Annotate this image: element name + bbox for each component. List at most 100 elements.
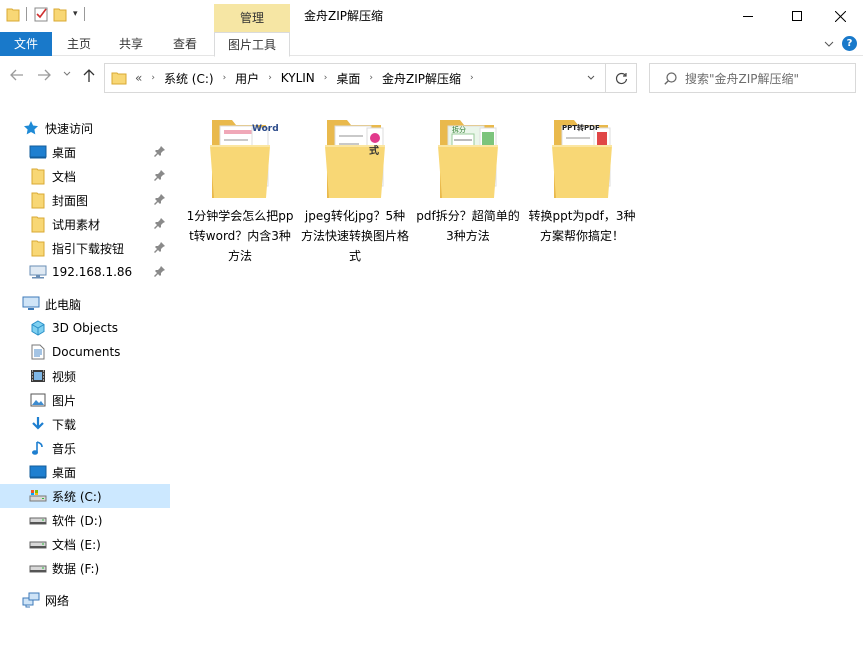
customize-toolbar-icon[interactable]: ▾: [73, 9, 78, 19]
sidebar-item-desktop[interactable]: 桌面: [0, 140, 170, 164]
sidebar-item-quick-access[interactable]: 快速访问: [0, 116, 170, 140]
folder-thumbnail-icon: 式: [323, 116, 387, 202]
sidebar-item-drive-d[interactable]: 软件 (D:): [0, 508, 170, 532]
folder-name: 转换ppt为pdf，3种方案帮你搞定！: [528, 209, 636, 243]
sidebar-item-label: 快速访问: [45, 121, 94, 136]
folder-item[interactable]: PPT转PDF 转换ppt为pdf，3种方案帮你搞定！: [527, 116, 637, 246]
tab-home[interactable]: 主页: [58, 32, 100, 56]
back-arrow-icon: [10, 69, 23, 81]
context-tab-manage[interactable]: 管理: [214, 4, 290, 32]
chevron-right-icon[interactable]: ›: [369, 73, 373, 83]
address-history-dropdown[interactable]: [587, 75, 605, 81]
pin-icon[interactable]: [154, 169, 166, 181]
tab-picture-tools[interactable]: 图片工具: [214, 32, 290, 57]
chevron-right-icon[interactable]: ›: [151, 73, 155, 83]
music-icon: [29, 439, 47, 457]
tab-share[interactable]: 共享: [110, 32, 152, 56]
desktop-icon: [29, 463, 47, 481]
chevron-right-icon[interactable]: ›: [470, 73, 474, 83]
folder-item[interactable]: 式 jpeg转化jpg？5种方法快速转换图片格式: [300, 116, 410, 266]
sidebar-item-network-drive[interactable]: 192.168.1.86: [0, 260, 170, 284]
computer-icon: [22, 295, 40, 313]
sidebar-item-documents-folder[interactable]: 文档: [0, 164, 170, 188]
chevron-right-icon[interactable]: ›: [324, 73, 328, 83]
sidebar-item-label: 试用素材: [52, 217, 101, 232]
quick-access-toolbar: ▾: [6, 6, 87, 22]
close-button[interactable]: [817, 0, 863, 32]
sidebar-item-drive-c[interactable]: 系统 (C:): [0, 484, 170, 508]
sidebar-item-videos[interactable]: 视频: [0, 364, 170, 388]
sidebar-item-network[interactable]: 网络: [0, 588, 170, 612]
sidebar-item-label: 192.168.1.86: [52, 265, 133, 279]
chevron-right-icon[interactable]: ›: [268, 73, 272, 83]
sidebar-item-drive-f[interactable]: 数据 (F:): [0, 556, 170, 580]
properties-icon[interactable]: [33, 6, 49, 22]
pin-icon[interactable]: [154, 265, 166, 277]
pin-icon[interactable]: [154, 193, 166, 205]
sidebar-item-drive-e[interactable]: 文档 (E:): [0, 532, 170, 556]
address-bar[interactable]: « › 系统 (C:) › 用户 › KYLIN › 桌面 › 金舟ZIP解压缩…: [104, 63, 637, 93]
up-arrow-icon: [83, 69, 95, 82]
documents-icon: [29, 343, 47, 361]
folder-icon: [111, 70, 127, 86]
thumbnail-text: 拆分: [452, 126, 466, 134]
sidebar-item-label: 文档: [52, 169, 77, 184]
recent-locations-button[interactable]: [63, 71, 71, 77]
network-icon: [22, 591, 40, 609]
pin-icon[interactable]: [154, 241, 166, 253]
breadcrumb-item[interactable]: 桌面: [336, 70, 360, 87]
tab-file[interactable]: 文件: [0, 32, 52, 56]
file-list: Word 1分钟学会怎么把ppt转word？内含3种方法 式 jpeg转化jpg…: [172, 100, 863, 665]
thumbnail-text: 式: [369, 146, 379, 157]
breadcrumb-item[interactable]: 用户: [235, 70, 259, 87]
sidebar-item-download-guide[interactable]: 指引下载按钮: [0, 236, 170, 260]
sidebar-item-downloads[interactable]: 下载: [0, 412, 170, 436]
folder-name: jpeg转化jpg？5种方法快速转换图片格式: [300, 209, 409, 263]
sidebar-item-pictures[interactable]: 图片: [0, 388, 170, 412]
sidebar-item-trial-materials[interactable]: 试用素材: [0, 212, 170, 236]
forward-arrow-icon: [38, 69, 51, 81]
breadcrumb-item[interactable]: 金舟ZIP解压缩: [382, 70, 461, 87]
breadcrumb-item[interactable]: 系统 (C:): [164, 70, 214, 87]
search-box[interactable]: 搜索"金舟ZIP解压缩": [649, 63, 856, 93]
sidebar-item-label: Documents: [52, 345, 121, 359]
minimize-button[interactable]: [725, 0, 771, 32]
breadcrumb-overflow[interactable]: «: [135, 71, 142, 85]
sidebar-item-label: 视频: [52, 369, 77, 384]
sidebar-item-label: 桌面: [52, 145, 77, 160]
folder-item[interactable]: Word 1分钟学会怎么把ppt转word？内含3种方法: [185, 116, 295, 266]
breadcrumb-item[interactable]: KYLIN: [281, 71, 315, 85]
pictures-icon: [29, 391, 47, 409]
new-folder-icon[interactable]: [53, 6, 67, 22]
sidebar-item-3d-objects[interactable]: 3D Objects: [0, 316, 170, 340]
minimize-icon: [743, 16, 753, 17]
folder-icon: [29, 215, 47, 233]
pin-icon[interactable]: [154, 145, 166, 157]
separator: [83, 7, 85, 21]
sidebar-item-label: 指引下载按钮: [52, 241, 125, 256]
tab-view[interactable]: 查看: [164, 32, 206, 56]
forward-button[interactable]: [37, 69, 51, 81]
sidebar-item-pc-desktop[interactable]: 桌面: [0, 460, 170, 484]
refresh-icon: [615, 72, 627, 84]
maximize-button[interactable]: [774, 0, 820, 32]
star-icon: [22, 119, 40, 137]
sidebar-item-cover-images[interactable]: 封面图: [0, 188, 170, 212]
back-button[interactable]: [10, 69, 24, 81]
sidebar-item-documents[interactable]: Documents: [0, 340, 170, 364]
folder-icon[interactable]: [6, 6, 20, 22]
folder-item[interactable]: 拆分 pdf拆分？超简单的3种方法: [413, 116, 523, 246]
folder-name: 1分钟学会怎么把ppt转word？内含3种方法: [186, 209, 294, 263]
drive-icon: [29, 559, 47, 577]
sidebar-item-label: 3D Objects: [52, 321, 119, 335]
chevron-right-icon[interactable]: ›: [223, 73, 227, 83]
help-icon[interactable]: ?: [842, 36, 857, 51]
network-drive-icon: [29, 263, 47, 281]
pin-icon[interactable]: [154, 217, 166, 229]
sidebar-item-music[interactable]: 音乐: [0, 436, 170, 460]
ribbon-controls: ?: [824, 36, 857, 51]
up-button[interactable]: [83, 69, 95, 83]
sidebar-item-this-pc[interactable]: 此电脑: [0, 292, 170, 316]
refresh-button[interactable]: [605, 64, 636, 92]
expand-ribbon-icon[interactable]: [824, 41, 834, 47]
